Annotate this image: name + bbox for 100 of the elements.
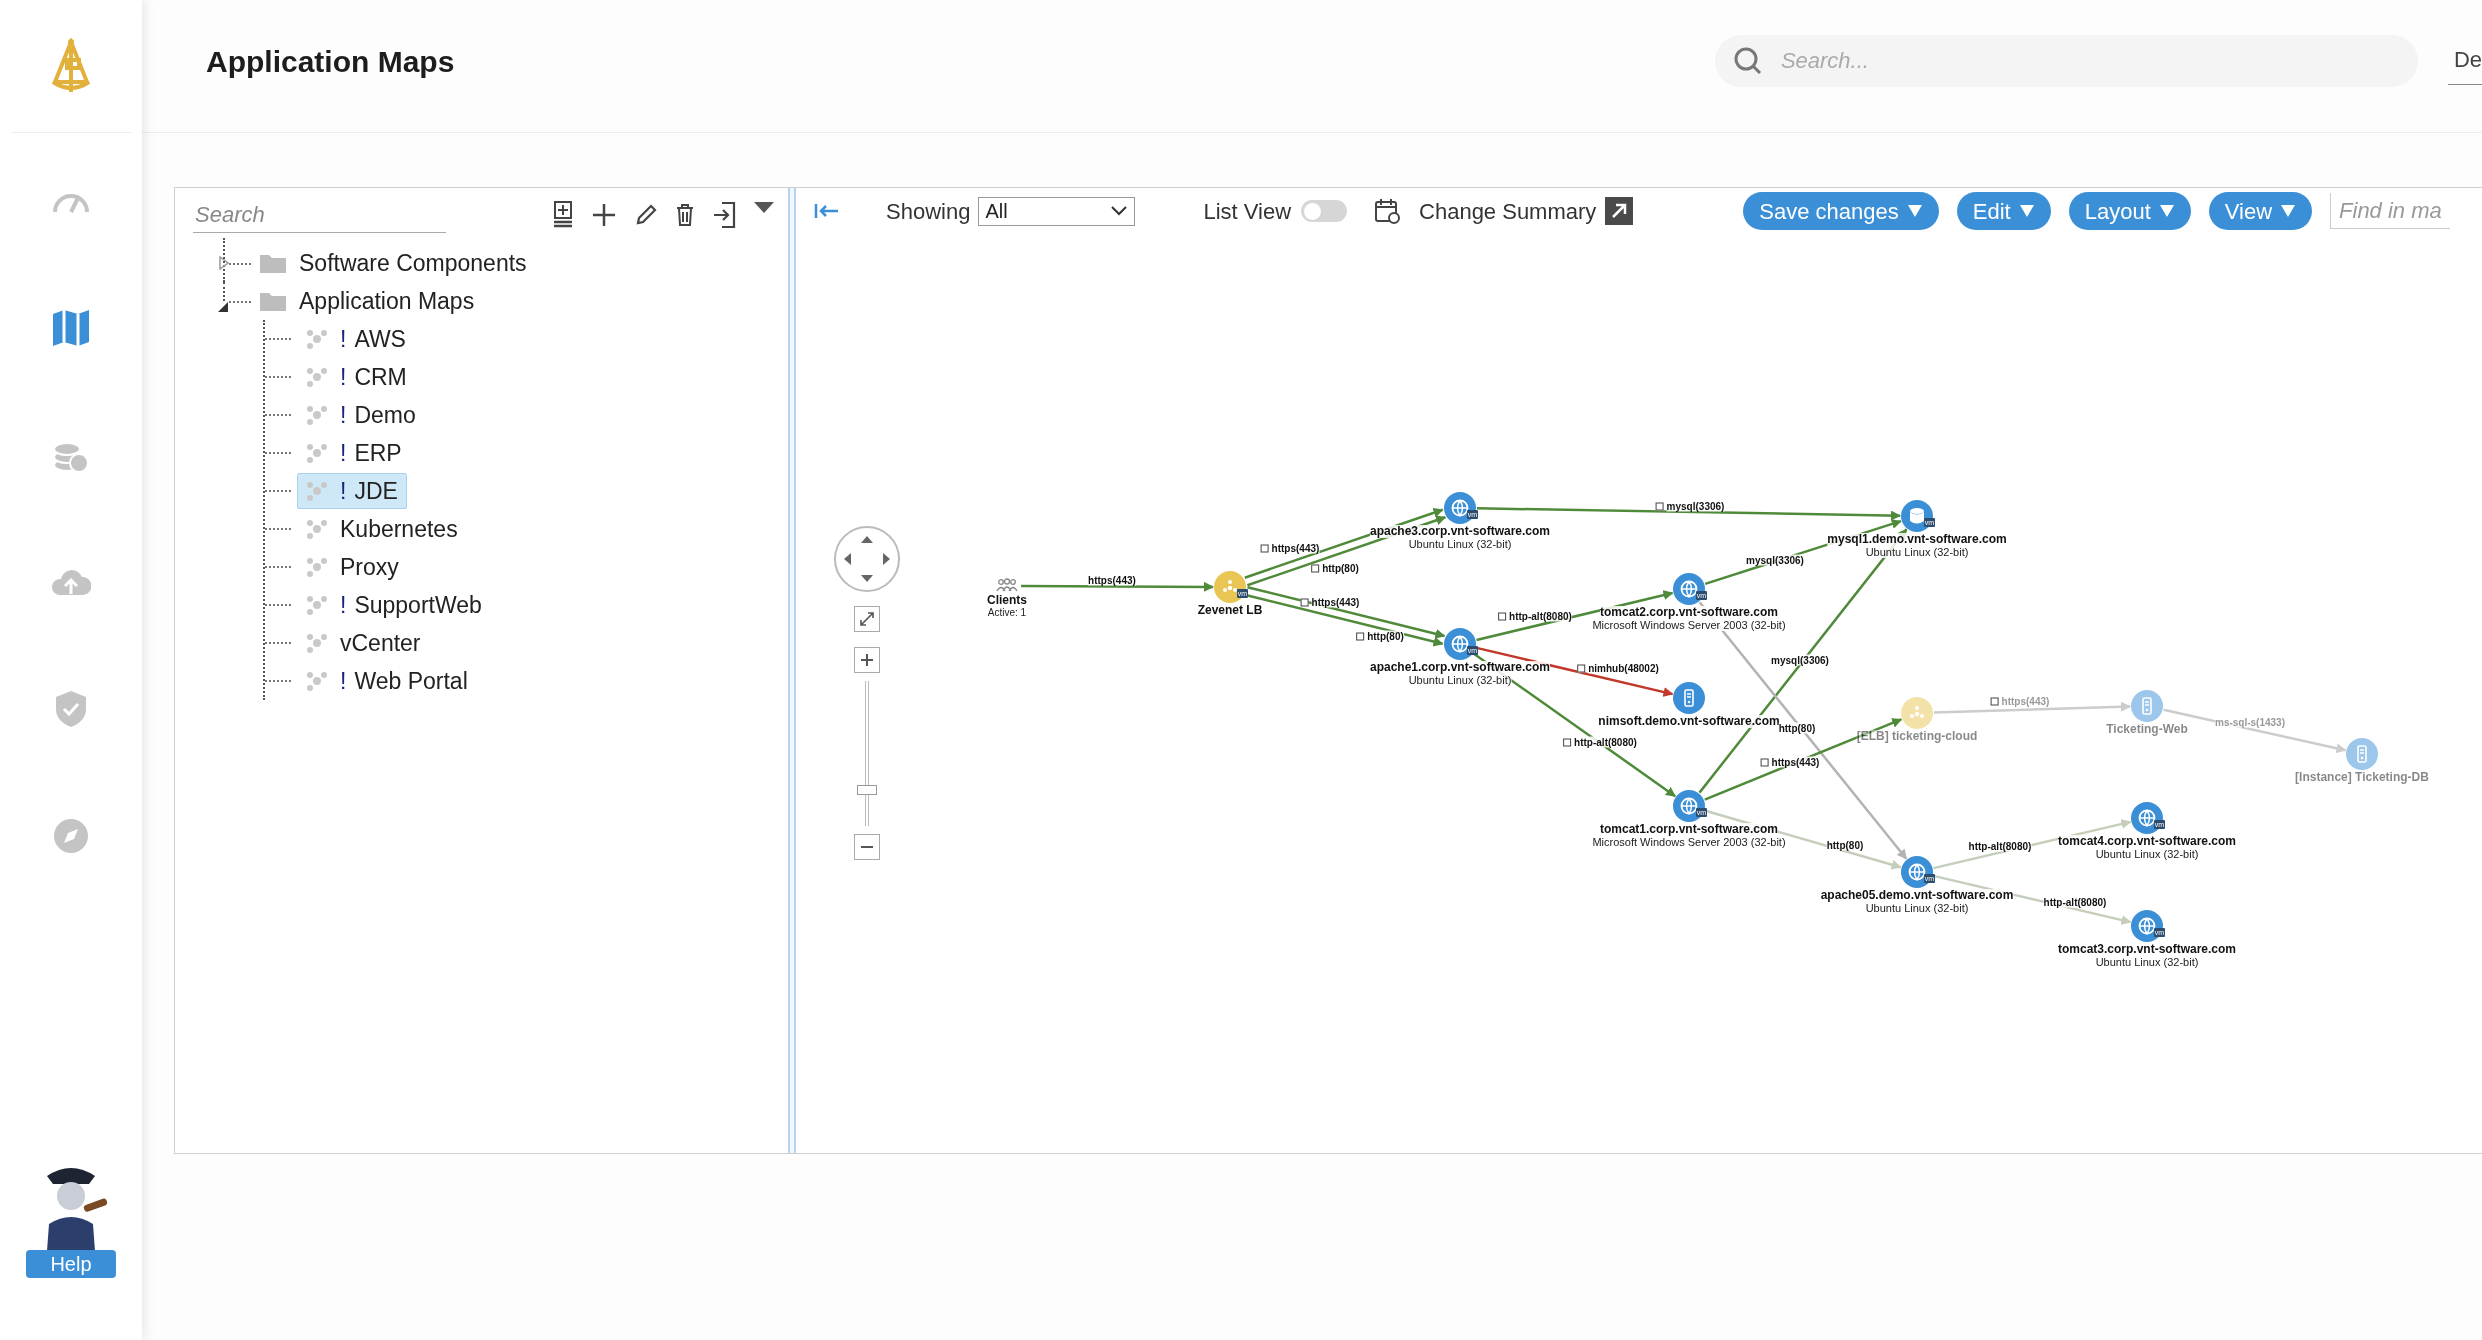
tree-item[interactable]: ! AWS bbox=[297, 321, 415, 357]
external-link-icon[interactable] bbox=[1605, 197, 1634, 225]
network-icon bbox=[306, 671, 328, 691]
tree-item[interactable]: ! SupportWeb bbox=[297, 587, 491, 623]
tree-item[interactable]: ! CRM bbox=[297, 359, 416, 395]
tree-item[interactable]: vCenter bbox=[297, 625, 430, 661]
edge-label: https(443) bbox=[1271, 542, 1320, 554]
edge-label: http-alt(8080) bbox=[1968, 840, 2032, 852]
compass-icon bbox=[52, 817, 90, 855]
edge-label: mysql(3306) bbox=[1771, 654, 1829, 666]
node-name: mysql1.demo.vnt-software.com bbox=[1827, 533, 2007, 546]
node-detail: Ubuntu Linux (32-bit) bbox=[1408, 538, 1512, 550]
map-icon bbox=[51, 308, 91, 348]
checkbox[interactable] bbox=[1563, 738, 1572, 746]
cloud-upload-icon bbox=[51, 567, 91, 597]
folder-icon bbox=[259, 252, 287, 274]
search-field[interactable]: Search... bbox=[1714, 35, 2418, 87]
edge-label: http-alt(8080) bbox=[1509, 610, 1572, 622]
tree-folder[interactable]: Software Components bbox=[255, 246, 531, 280]
edge-label: http-alt(8080) bbox=[1574, 736, 1637, 748]
checkbox[interactable] bbox=[1498, 612, 1507, 620]
dots-icon bbox=[1909, 705, 1925, 721]
dots-icon bbox=[1222, 579, 1238, 595]
database-icon bbox=[1909, 507, 1925, 525]
folder-icon bbox=[259, 290, 287, 312]
chevron-down-icon bbox=[1110, 205, 1129, 217]
edge-label: http(80) bbox=[1367, 630, 1404, 642]
network-icon bbox=[306, 443, 328, 463]
node-detail: Active: 1 bbox=[987, 607, 1027, 619]
search-icon bbox=[1732, 46, 1763, 76]
zoom-out-button[interactable] bbox=[854, 834, 880, 860]
globe-icon bbox=[2138, 917, 2156, 935]
tree-item[interactable]: ! Demo bbox=[297, 397, 425, 433]
node-detail: Ubuntu Linux (32-bit) bbox=[2095, 956, 2199, 968]
checkbox[interactable] bbox=[1300, 598, 1309, 606]
edge-label: https(443) bbox=[1088, 574, 1136, 586]
node-detail: Ubuntu Linux (32-bit) bbox=[1408, 674, 1512, 686]
collapse-left-icon[interactable] bbox=[814, 202, 840, 220]
caret-icon bbox=[2158, 204, 2175, 218]
edge-label: nimhub(48002) bbox=[1588, 662, 1659, 674]
dropdown-caret-icon[interactable] bbox=[753, 201, 775, 215]
shield-check-icon bbox=[54, 689, 88, 729]
globe-icon bbox=[1451, 635, 1469, 653]
network-icon bbox=[306, 367, 328, 387]
checkbox[interactable] bbox=[1655, 502, 1664, 510]
page-title: Application Maps bbox=[206, 43, 455, 80]
network-icon bbox=[306, 633, 328, 653]
fit-button[interactable] bbox=[854, 606, 880, 632]
node-name: [Instance] Ticketing-DB bbox=[2295, 771, 2429, 784]
search-field[interactable]: Search bbox=[193, 197, 446, 233]
server-icon bbox=[2357, 745, 2367, 763]
network-icon bbox=[306, 329, 328, 349]
edge-label: https(443) bbox=[1771, 756, 1820, 768]
caret-icon bbox=[1906, 204, 1923, 218]
node-name: Ticketing-Web bbox=[2106, 723, 2188, 736]
find-field[interactable]: Find in ma bbox=[2330, 193, 2451, 229]
header-menu[interactable]: De bbox=[2447, 37, 2482, 85]
change-summary-link[interactable]: Change Summary bbox=[1419, 194, 1597, 228]
zoom-slider-thumb[interactable] bbox=[857, 784, 877, 795]
checkbox[interactable] bbox=[1260, 544, 1269, 552]
list-view-toggle[interactable] bbox=[1301, 200, 1348, 222]
expanded-arrow-icon[interactable] bbox=[217, 301, 229, 313]
tree-item[interactable]: ! JDE bbox=[297, 473, 407, 509]
network-icon bbox=[306, 405, 328, 425]
checkbox[interactable] bbox=[1356, 632, 1365, 640]
edge-label: ms-sql-s(1433) bbox=[2215, 716, 2285, 728]
plus-icon[interactable] bbox=[591, 202, 617, 228]
tree-item[interactable]: Proxy bbox=[297, 549, 408, 585]
caret-icon bbox=[2018, 204, 2035, 218]
trash-icon[interactable] bbox=[675, 203, 695, 227]
node-name: Clients bbox=[987, 594, 1027, 607]
caret-icon bbox=[2280, 204, 2297, 218]
edge-label: http(80) bbox=[1778, 722, 1816, 734]
globe-icon bbox=[1680, 797, 1698, 815]
pencil-icon[interactable] bbox=[634, 203, 658, 227]
server-icon bbox=[2142, 697, 2152, 715]
zoom-in-button[interactable] bbox=[854, 647, 880, 673]
server-node[interactable] bbox=[1673, 682, 1705, 714]
edge-label: https(443) bbox=[2001, 695, 2050, 707]
calendar-icon[interactable] bbox=[1373, 197, 1402, 225]
globe-icon bbox=[1908, 863, 1926, 881]
tree-item[interactable]: ! ERP bbox=[297, 435, 411, 471]
collapsed-arrow-icon[interactable] bbox=[219, 256, 229, 270]
checkbox[interactable] bbox=[1311, 564, 1320, 572]
checkbox[interactable] bbox=[1990, 697, 1999, 705]
sextant-logo-icon bbox=[49, 38, 93, 94]
edge-label: https(443) bbox=[1311, 596, 1360, 608]
tree-item[interactable]: ! Web Portal bbox=[297, 663, 477, 699]
add-document-icon[interactable] bbox=[552, 200, 574, 230]
showing-select[interactable]: All bbox=[978, 196, 1136, 226]
pan-arrows-icon bbox=[842, 534, 892, 584]
edge-label: http(80) bbox=[1826, 839, 1864, 851]
minus-icon bbox=[860, 845, 874, 849]
node-name: [ELB] ticketing-cloud bbox=[1856, 730, 1978, 743]
server-icon bbox=[1684, 689, 1694, 707]
tree-item[interactable]: Kubernetes bbox=[297, 511, 467, 547]
import-icon[interactable] bbox=[712, 201, 736, 229]
checkbox[interactable] bbox=[1760, 758, 1769, 766]
checkbox[interactable] bbox=[1577, 664, 1586, 672]
tree-folder[interactable]: Application Maps bbox=[255, 284, 479, 318]
